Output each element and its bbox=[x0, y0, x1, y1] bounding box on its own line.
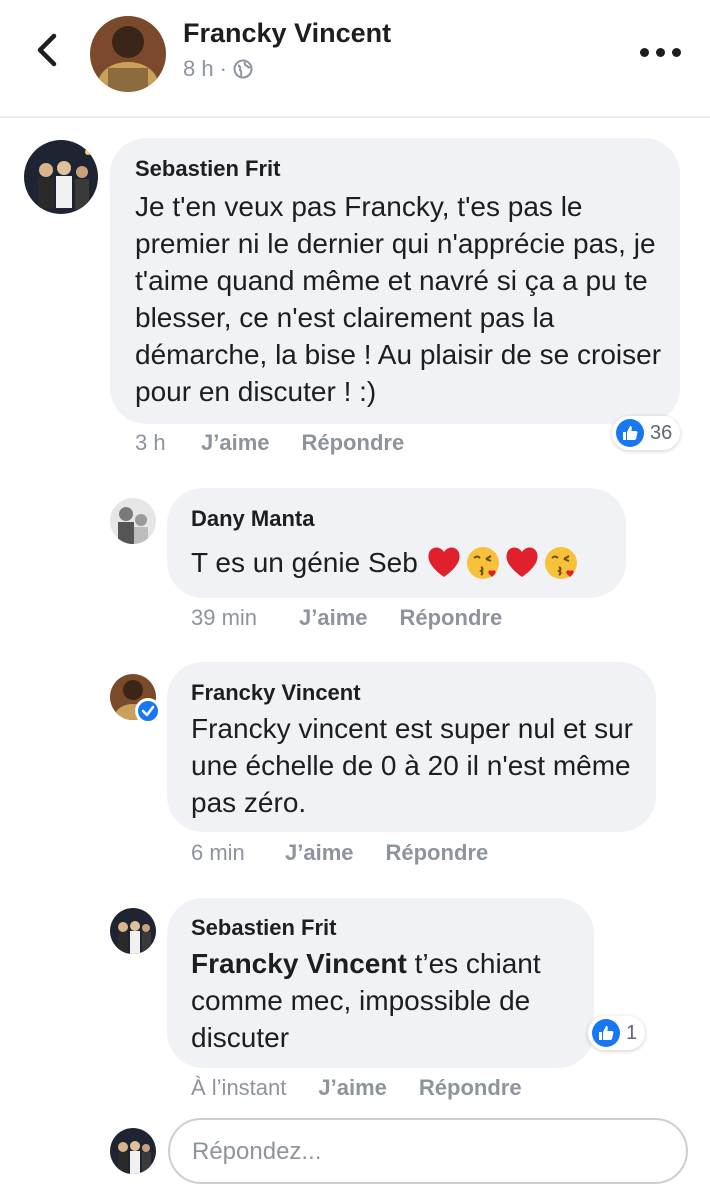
heart-emoji-icon bbox=[428, 547, 460, 577]
comment-time[interactable]: 39 min bbox=[191, 605, 299, 631]
comment-time[interactable]: À l’instant bbox=[191, 1075, 286, 1101]
avatar[interactable] bbox=[110, 908, 156, 954]
dot bbox=[640, 47, 649, 57]
reply-input[interactable]: Répondez... bbox=[168, 1118, 688, 1184]
comment-text-line: T es un génie Seb bbox=[191, 544, 611, 581]
like-reaction-icon bbox=[616, 419, 644, 447]
verified-badge-icon bbox=[135, 698, 161, 724]
comment-author[interactable]: Dany Manta bbox=[191, 506, 314, 532]
reply-placeholder: Répondez... bbox=[192, 1138, 322, 1165]
comment-author[interactable]: Francky Vincent bbox=[191, 680, 361, 706]
author-name[interactable]: Francky Vincent bbox=[183, 18, 391, 49]
comment-text: Francky Vincent t’es chiant comme mec, i… bbox=[191, 945, 583, 1056]
like-button[interactable]: J’aime bbox=[318, 1075, 387, 1101]
kiss-emoji-icon bbox=[544, 546, 577, 579]
comment-text: Francky vincent est super nul et sur une… bbox=[191, 713, 633, 818]
current-user-avatar bbox=[110, 1128, 156, 1174]
reaction-count-value: 36 bbox=[650, 421, 673, 444]
comment-time[interactable]: 6 min bbox=[191, 840, 285, 866]
kiss-emoji-icon bbox=[466, 546, 499, 579]
meta-separator: · bbox=[219, 56, 227, 81]
reply-button[interactable]: Répondre bbox=[386, 840, 489, 866]
like-reaction-icon bbox=[592, 1019, 620, 1047]
comment-actions: 3 h J’aime Répondre bbox=[135, 430, 404, 456]
more-options-icon[interactable] bbox=[640, 42, 690, 62]
avatar[interactable] bbox=[110, 498, 156, 544]
like-button[interactable]: J’aime bbox=[285, 840, 354, 866]
dot bbox=[672, 47, 681, 57]
comment-time[interactable]: 3 h bbox=[135, 430, 201, 456]
reaction-count[interactable]: 36 bbox=[612, 416, 681, 450]
back-arrow-icon[interactable] bbox=[30, 30, 66, 70]
comment-actions: 39 min J’aime Répondre bbox=[191, 605, 502, 631]
comment-actions: 6 min J’aime Répondre bbox=[191, 840, 488, 866]
reply-button[interactable]: Répondre bbox=[400, 605, 503, 631]
comment-text: Je t'en veux pas Francky, t'es pas le pr… bbox=[135, 191, 662, 407]
post-time[interactable]: 8 h bbox=[183, 56, 214, 82]
heart-emoji-icon bbox=[506, 547, 538, 577]
reaction-count-value: 1 bbox=[626, 1021, 638, 1044]
comment-actions: À l’instant J’aime Répondre bbox=[191, 1075, 522, 1101]
post-meta: 8 h · bbox=[183, 56, 253, 82]
comment-author[interactable]: Sebastien Frit bbox=[135, 156, 280, 182]
comment-author[interactable]: Sebastien Frit bbox=[191, 915, 336, 941]
reply-button[interactable]: Répondre bbox=[302, 430, 405, 456]
avatar[interactable] bbox=[24, 140, 98, 214]
like-button[interactable]: J’aime bbox=[201, 430, 270, 456]
author-avatar[interactable] bbox=[90, 16, 166, 92]
globe-icon bbox=[233, 59, 253, 79]
comment-text: T es un génie Seb bbox=[191, 547, 418, 578]
dot bbox=[656, 47, 665, 57]
reply-button[interactable]: Répondre bbox=[419, 1075, 522, 1101]
like-button[interactable]: J’aime bbox=[299, 605, 368, 631]
emoji-row bbox=[426, 545, 579, 581]
post-header: Francky Vincent 8 h · bbox=[0, 0, 710, 118]
comment-bubble[interactable] bbox=[167, 488, 626, 598]
mention-link[interactable]: Francky Vincent bbox=[191, 948, 407, 979]
reaction-count[interactable]: 1 bbox=[588, 1016, 646, 1050]
